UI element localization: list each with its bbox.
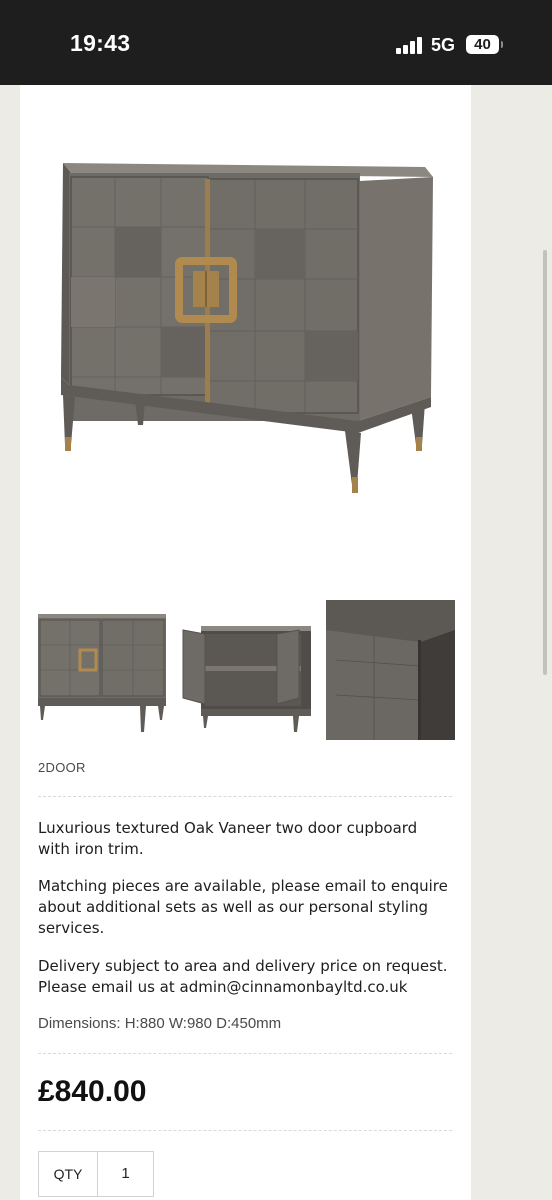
main-product-image[interactable] xyxy=(55,145,440,505)
description-paragraph: Matching pieces are available, please em… xyxy=(38,877,448,937)
divider xyxy=(38,796,452,797)
battery-tip xyxy=(501,41,503,48)
scrollbar[interactable] xyxy=(543,250,547,675)
clock: 19:43 xyxy=(70,30,131,56)
quantity-input[interactable]: 1 xyxy=(98,1152,153,1196)
description-paragraph: Delivery subject to area and delivery pr… xyxy=(38,957,448,996)
thumbnail-detail[interactable] xyxy=(326,600,455,740)
battery-icon: 40 xyxy=(466,35,499,54)
divider xyxy=(38,1130,452,1131)
status-bar: 19:43 5G 40 xyxy=(0,0,552,85)
thumbnail-front[interactable] xyxy=(36,600,168,740)
thumbnail-open[interactable] xyxy=(181,600,313,740)
divider xyxy=(38,1053,452,1054)
signal-bars-icon xyxy=(396,36,424,54)
network-type: 5G xyxy=(431,35,456,55)
product-price: £840.00 xyxy=(38,1075,147,1108)
product-dimensions: Dimensions: H:880 W:980 D:450mm xyxy=(38,1015,282,1032)
quantity-stepper: QTY 1 xyxy=(38,1151,154,1197)
description-paragraph: Luxurious textured Oak Vaneer two door c… xyxy=(38,819,418,858)
qty-label: QTY xyxy=(39,1152,98,1196)
product-sku: 2DOOR xyxy=(38,760,86,775)
